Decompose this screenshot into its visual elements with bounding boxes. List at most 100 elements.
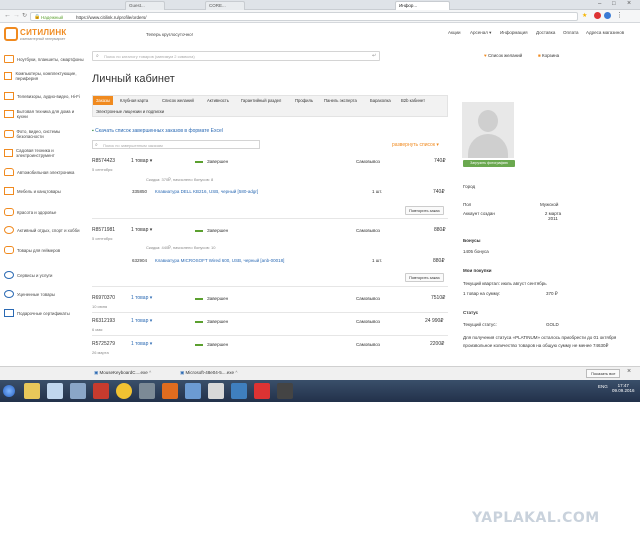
sidebar-item-beauty[interactable]: Красота и здоровье bbox=[4, 205, 84, 219]
sidebar-item-garden[interactable]: Садовая техника и электроинструмент bbox=[4, 146, 84, 160]
secure-label: Надежный bbox=[41, 14, 64, 20]
sidebar-item-auto[interactable]: Автомобильная электроника bbox=[4, 165, 84, 179]
tab-expert-panel[interactable]: Панель эксперта bbox=[321, 96, 360, 105]
app-icon[interactable] bbox=[185, 383, 201, 399]
app-icon[interactable] bbox=[162, 383, 178, 399]
order-status: Завершен bbox=[207, 319, 229, 324]
window-close-icon[interactable]: × bbox=[627, 0, 631, 7]
download-item[interactable]: ▣ MouseKeyboardC....exe ^ bbox=[94, 370, 151, 376]
tab-licenses[interactable]: Электронные лицензии и подписки bbox=[93, 107, 167, 116]
tab-flea-market[interactable]: Барахолка bbox=[367, 96, 394, 105]
tab-club-card[interactable]: Клубная карта bbox=[117, 96, 151, 105]
app-icon[interactable] bbox=[254, 383, 270, 399]
reload-icon[interactable]: ↻ bbox=[22, 12, 27, 19]
sidebar-item-label: Товары для геймеров bbox=[17, 247, 61, 253]
url-text[interactable]: https://www.citilink.ru/profile/orders/ bbox=[76, 15, 147, 20]
tab-activity[interactable]: Активность bbox=[204, 96, 232, 105]
cart-link[interactable]: ■ Корзина bbox=[538, 53, 559, 58]
wishlist-link[interactable]: ♥ Список желаний bbox=[484, 53, 522, 58]
app-icon[interactable] bbox=[93, 383, 109, 399]
sidebar-item-furniture[interactable]: Мебель и канцтовары bbox=[4, 184, 84, 198]
chrome-icon[interactable] bbox=[116, 383, 132, 399]
location-link[interactable]: Теперь круглосуточно! bbox=[146, 32, 193, 37]
tab-profile[interactable]: Профиль bbox=[292, 96, 316, 105]
order-number[interactable]: R6312193 bbox=[92, 318, 115, 324]
city-label: Город bbox=[463, 184, 476, 189]
tab-warranty[interactable]: Гарантийный раздел bbox=[238, 96, 284, 105]
browser-tab[interactable]: CORE... bbox=[205, 1, 245, 10]
app-icon[interactable] bbox=[70, 383, 86, 399]
catalog-search-input[interactable]: ⌕ Поиск по каталогу товаров (минимум 2 с… bbox=[92, 51, 380, 61]
show-all-downloads-button[interactable]: Показать все bbox=[586, 369, 621, 378]
sidebar-item-services[interactable]: Сервисы и услуги bbox=[4, 268, 84, 282]
app-icon[interactable] bbox=[277, 383, 293, 399]
clock[interactable]: 17:47 09.09.2016 bbox=[612, 383, 635, 393]
order-number[interactable]: R8571981 bbox=[92, 227, 115, 233]
sidebar-item-certificates[interactable]: Подарочные сертификаты bbox=[4, 306, 84, 320]
item-link[interactable]: Клавиатура DELL KB216, USB, черный [580-… bbox=[155, 189, 258, 194]
browser-tab[interactable]: Guest... bbox=[125, 1, 165, 10]
language-indicator[interactable]: ENG bbox=[598, 384, 608, 389]
order-items-toggle[interactable]: 1 товар ▾ bbox=[131, 227, 152, 233]
excel-download-link[interactable]: ▪ Скачать список завершенных заказов в ф… bbox=[92, 128, 223, 134]
order-items-toggle[interactable]: 1 товар ▾ bbox=[131, 158, 152, 164]
app-icon[interactable] bbox=[231, 383, 247, 399]
app-icon[interactable] bbox=[208, 383, 224, 399]
tab-wishlist[interactable]: Список желаний bbox=[159, 96, 197, 105]
top-link-arsenal[interactable]: Арсенал ▾ bbox=[470, 30, 491, 36]
item-link[interactable]: Клавиатура MICROSOFT Wired 600, USB, чер… bbox=[155, 258, 284, 263]
repeat-order-button[interactable]: Повторить заказ bbox=[405, 273, 444, 282]
start-button-icon[interactable] bbox=[3, 385, 15, 397]
sidebar-item-appliances[interactable]: Бытовая техника для дома и кухни bbox=[4, 107, 84, 121]
status-label: Текущий статус: bbox=[463, 322, 497, 327]
upload-photo-button[interactable]: Загрузить фотографию bbox=[463, 160, 515, 167]
top-link-stores[interactable]: Адреса магазинов bbox=[586, 30, 624, 35]
sidebar-item-photo[interactable]: Фото, видео, системы безопасности bbox=[4, 127, 84, 141]
logo-icon[interactable] bbox=[4, 27, 18, 41]
order-items-toggle[interactable]: 1 товар ▾ bbox=[131, 318, 152, 324]
top-link-payment[interactable]: Оплата bbox=[563, 30, 578, 35]
excel-link-label: Скачать список завершенных заказов в фор… bbox=[95, 128, 223, 134]
watermark-text: YAPLAKAL.COM bbox=[472, 510, 600, 526]
back-icon[interactable]: ← bbox=[4, 12, 11, 19]
order-delivery: Самовывоз bbox=[356, 296, 380, 301]
order-items-toggle[interactable]: 1 товар ▾ bbox=[131, 341, 152, 347]
sidebar-item-label: Садовая техника и электроинструмент bbox=[16, 148, 55, 158]
order-number[interactable]: R8574423 bbox=[92, 158, 115, 164]
menu-icon[interactable]: ⋮ bbox=[616, 11, 623, 19]
app-icon[interactable] bbox=[47, 383, 63, 399]
enter-icon[interactable]: ↵ bbox=[372, 53, 376, 59]
browser-tab[interactable]: Инфор... bbox=[395, 1, 450, 10]
order-items-toggle[interactable]: 1 товар ▾ bbox=[131, 295, 152, 301]
extension-icon[interactable] bbox=[604, 12, 611, 19]
extension-icon[interactable] bbox=[594, 12, 601, 19]
top-link-delivery[interactable]: Доставка bbox=[536, 30, 555, 35]
sidebar-item-discounted[interactable]: Уцененные товары bbox=[4, 287, 84, 301]
star-icon[interactable]: ★ bbox=[582, 12, 587, 19]
sidebar-item-gamers[interactable]: Товары для геймеров bbox=[4, 243, 84, 257]
close-downloads-icon[interactable]: × bbox=[627, 368, 631, 375]
logo-text[interactable]: СИТИЛИНК bbox=[20, 28, 67, 37]
window-maximize-icon[interactable]: □ bbox=[612, 1, 616, 7]
app-icon[interactable] bbox=[139, 383, 155, 399]
tab-b2b[interactable]: B2b кабинет bbox=[398, 96, 428, 105]
top-link-promo[interactable]: Акции bbox=[448, 30, 461, 35]
top-link-info[interactable]: Информация bbox=[500, 30, 528, 35]
sidebar-item-sport[interactable]: Активный отдых, спорт и хобби bbox=[4, 223, 84, 237]
order-number[interactable]: R5725279 bbox=[92, 341, 115, 347]
sidebar-item-tv[interactable]: Телевизоры, аудио-видео, Hi-Fi bbox=[4, 89, 84, 103]
download-item[interactable]: ▣ Microsoft-48e04-5....exe ^ bbox=[180, 370, 237, 376]
expand-list-link[interactable]: развернуть список ▾ bbox=[392, 142, 439, 148]
status-bar bbox=[195, 230, 203, 232]
address-bar[interactable]: 🔒 Надежный https://www.citilink.ru/profi… bbox=[30, 12, 578, 21]
sidebar-item-computers[interactable]: Компьютеры, комплектующие, периферия bbox=[4, 69, 84, 83]
avatar bbox=[462, 102, 514, 158]
explorer-icon[interactable] bbox=[24, 383, 40, 399]
tab-orders[interactable]: Заказы bbox=[93, 96, 113, 105]
order-number[interactable]: R6970370 bbox=[92, 295, 115, 301]
window-minimize-icon[interactable]: – bbox=[598, 1, 601, 7]
sidebar-item-laptops[interactable]: Ноутбуки, планшеты, смартфоны bbox=[4, 52, 84, 66]
orders-search-input[interactable]: ⌕ Поиск по завершенным заказам bbox=[92, 140, 260, 149]
forward-icon[interactable]: → bbox=[13, 12, 20, 19]
repeat-order-button[interactable]: Повторить заказ bbox=[405, 206, 444, 215]
